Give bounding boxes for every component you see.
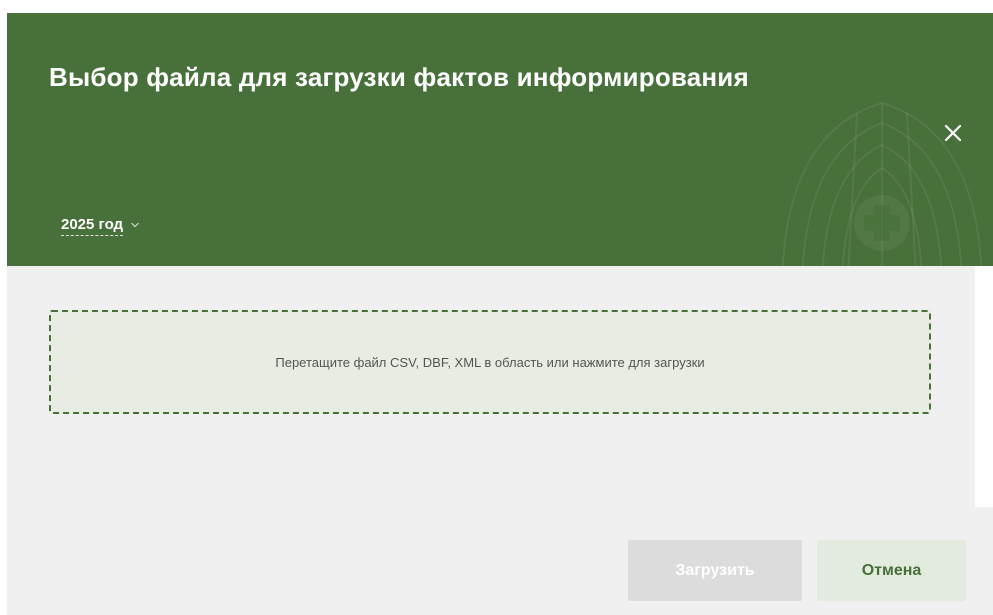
- upload-dialog: Выбор файла для загрузки фактов информир…: [7, 13, 993, 615]
- year-select-value: 2025 год: [61, 216, 124, 236]
- chevron-down-icon: [131, 222, 140, 228]
- dialog-header: Выбор файла для загрузки фактов информир…: [7, 13, 993, 266]
- close-button[interactable]: [939, 119, 967, 147]
- upload-button[interactable]: Загрузить: [628, 540, 802, 601]
- dialog-footer: Загрузить Отмена: [7, 507, 993, 615]
- dialog-body-edge: [975, 266, 993, 507]
- file-dropzone[interactable]: Перетащите файл CSV, DBF, XML в область …: [49, 310, 931, 414]
- year-select[interactable]: 2025 год: [61, 213, 140, 239]
- dialog-body: Перетащите файл CSV, DBF, XML в область …: [7, 266, 975, 507]
- dialog-title: Выбор файла для загрузки фактов информир…: [49, 62, 749, 92]
- cancel-button[interactable]: Отмена: [817, 540, 966, 601]
- close-icon: [944, 124, 962, 142]
- dropzone-text: Перетащите файл CSV, DBF, XML в область …: [275, 354, 705, 370]
